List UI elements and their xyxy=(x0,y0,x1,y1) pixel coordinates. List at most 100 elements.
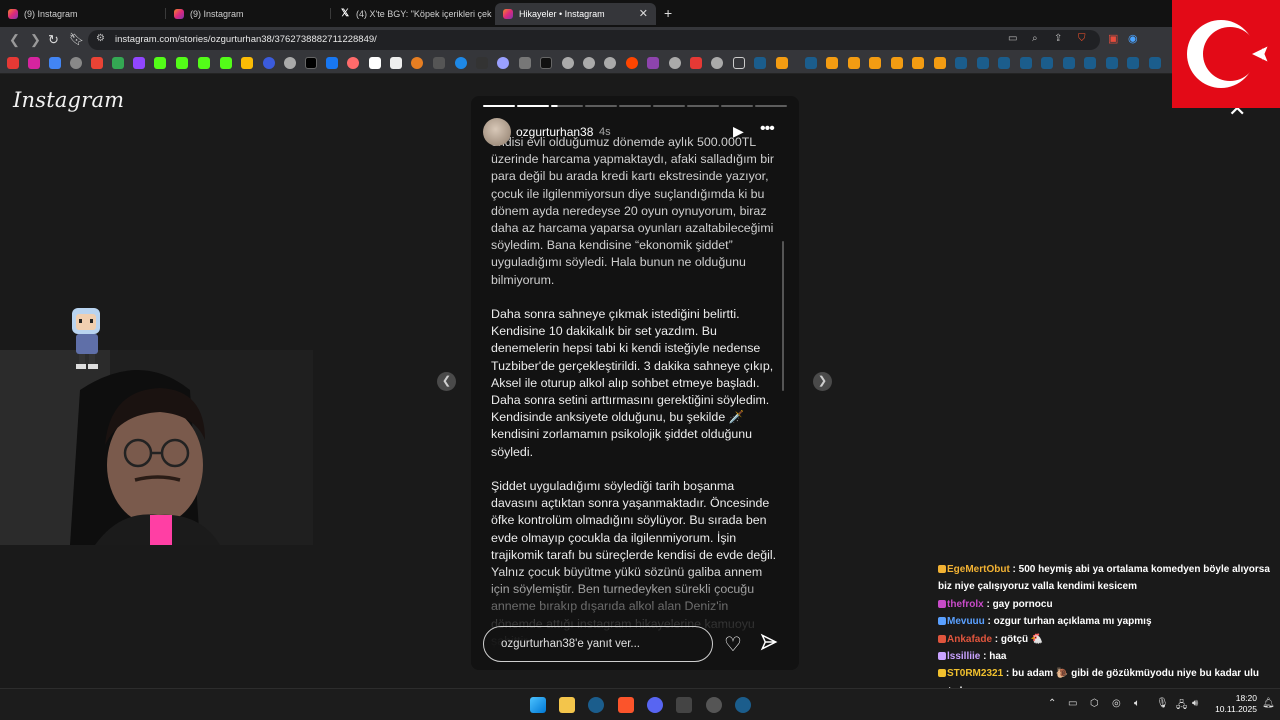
extension-icon[interactable]: ◉ xyxy=(1128,32,1138,45)
battery-icon[interactable]: ▭ xyxy=(1068,698,1077,709)
bookmark-icon[interactable] xyxy=(70,57,82,69)
zoom-icon[interactable]: ⌕ xyxy=(1032,33,1038,44)
cast-icon[interactable]: ▭ xyxy=(1008,33,1017,44)
site-settings-icon[interactable]: ⚙ xyxy=(96,33,105,44)
kick-bookmark-icon[interactable] xyxy=(198,57,210,69)
bookmark-icon[interactable] xyxy=(347,57,359,69)
steam-bookmark-icon[interactable] xyxy=(1063,57,1075,69)
previous-story-button[interactable]: ❮ xyxy=(437,372,456,391)
speaker-icon[interactable]: 🔈︎ xyxy=(1134,698,1140,709)
bookmark-icon[interactable] xyxy=(390,57,402,69)
file-explorer-icon[interactable] xyxy=(559,697,575,713)
steam-bookmark-icon[interactable] xyxy=(754,57,766,69)
bookmark-icon[interactable] xyxy=(369,57,381,69)
chat-username[interactable]: EgeMertObut xyxy=(947,564,1010,575)
bookmark-icon[interactable] xyxy=(711,57,723,69)
chat-username[interactable]: Mevuuu xyxy=(947,616,985,627)
steam-bookmark-icon[interactable] xyxy=(1084,57,1096,69)
system-clock[interactable]: 18:20 10.11.2025 xyxy=(1205,693,1257,715)
brave-shield-icon[interactable]: ⛉ xyxy=(1078,33,1086,44)
tab-x-post[interactable]: 𝕏 (4) X'te BGY: "Köpek içerikleri çeken xyxy=(332,3,492,25)
new-tab-button[interactable]: + xyxy=(664,5,672,21)
bookmark-icon[interactable] xyxy=(433,57,445,69)
steam-tray-icon[interactable]: ◎ xyxy=(1112,698,1121,709)
reply-input[interactable]: ozgurturhan38'e yanıt ver... xyxy=(483,626,713,662)
bookmark-icon[interactable] xyxy=(284,57,296,69)
address-bar[interactable]: ⚙ instagram.com/stories/ozgurturhan38/37… xyxy=(88,30,1100,50)
steam-icon[interactable] xyxy=(735,697,751,713)
x-bookmark-icon[interactable] xyxy=(305,57,317,69)
bookmark-icon[interactable] xyxy=(497,57,509,69)
app-icon[interactable] xyxy=(706,697,722,713)
story-username[interactable]: ozgurturhan38 xyxy=(516,125,593,139)
bookmark-icon[interactable] xyxy=(326,57,338,69)
drive-bookmark-icon[interactable] xyxy=(112,57,124,69)
chat-username[interactable]: ST0RM2321 xyxy=(947,668,1003,679)
gmail-bookmark-icon[interactable] xyxy=(91,57,103,69)
bookmark-icon[interactable] xyxy=(411,57,423,69)
app-icon[interactable] xyxy=(676,697,692,713)
bookmark-icon[interactable] xyxy=(49,57,61,69)
bookmark-icon[interactable] xyxy=(476,57,488,69)
microphone-icon[interactable]: 🎙︎ xyxy=(1156,698,1169,709)
kick-bookmark-icon[interactable] xyxy=(220,57,232,69)
bookmark-icon[interactable] xyxy=(934,57,946,69)
reddit-bookmark-icon[interactable] xyxy=(626,57,638,69)
send-icon[interactable] xyxy=(760,633,778,656)
steam-bookmark-icon[interactable] xyxy=(1020,57,1032,69)
chat-username[interactable]: thefrolx xyxy=(947,599,984,610)
steam-bookmark-icon[interactable] xyxy=(1149,57,1161,69)
tab-close-icon[interactable]: ✕ xyxy=(639,7,648,20)
chat-username[interactable]: lssilliie xyxy=(947,651,980,662)
brave-browser-icon[interactable] xyxy=(618,697,634,713)
next-story-button[interactable]: ❯ xyxy=(813,372,832,391)
play-icon[interactable]: ▶ xyxy=(733,123,744,140)
discord-icon[interactable] xyxy=(647,697,663,713)
bookmark-icon[interactable]: 🔖︎ xyxy=(69,32,84,46)
bookmark-icon[interactable] xyxy=(562,57,574,69)
volume-icon[interactable]: 🔊︎ xyxy=(1192,698,1198,709)
bookmark-icon[interactable] xyxy=(669,57,681,69)
instagram-bookmark-icon[interactable] xyxy=(28,57,40,69)
bookmark-icon[interactable] xyxy=(455,57,467,69)
extension-icon[interactable]: ▣ xyxy=(1108,32,1118,45)
bookmark-icon[interactable] xyxy=(891,57,903,69)
forward-arrow-icon[interactable]: ❯ xyxy=(30,32,41,48)
steam-bookmark-icon[interactable] xyxy=(998,57,1010,69)
bookmark-icon[interactable] xyxy=(690,57,702,69)
bookmark-icon[interactable] xyxy=(869,57,881,69)
network-icon[interactable]: 🖧︎ xyxy=(1176,698,1187,715)
bookmark-icon[interactable] xyxy=(848,57,860,69)
twitch-bookmark-icon[interactable] xyxy=(133,57,145,69)
bookmark-icon[interactable] xyxy=(912,57,924,69)
bookmark-icon[interactable] xyxy=(604,57,616,69)
tab-stories-active[interactable]: Hikayeler • Instagram ✕ xyxy=(495,3,656,25)
tray-app-icon[interactable]: ⬡ xyxy=(1090,698,1099,709)
folder-icon[interactable] xyxy=(733,57,745,69)
steam-bookmark-icon[interactable] xyxy=(805,57,817,69)
url-text[interactable]: instagram.com/stories/ozgurturhan38/3762… xyxy=(115,34,377,45)
kick-bookmark-icon[interactable] xyxy=(176,57,188,69)
bookmark-icon[interactable] xyxy=(263,57,275,69)
share-icon[interactable]: ⇪ xyxy=(1054,33,1062,44)
steam-bookmark-icon[interactable] xyxy=(955,57,967,69)
bookmark-icon[interactable] xyxy=(583,57,595,69)
more-options-icon[interactable]: ••• xyxy=(760,120,775,138)
youtube-bookmark-icon[interactable] xyxy=(7,57,19,69)
bookmark-icon[interactable] xyxy=(519,57,531,69)
steam-bookmark-icon[interactable] xyxy=(977,57,989,69)
bookmark-icon[interactable] xyxy=(776,57,788,69)
tab-instagram-2[interactable]: (9) Instagram xyxy=(166,3,330,25)
notification-icon[interactable]: 🔔︎ xyxy=(1262,698,1275,709)
bookmark-icon[interactable] xyxy=(540,57,552,69)
tray-overflow-icon[interactable]: ⌃ xyxy=(1048,698,1056,709)
chat-username[interactable]: Ankafade xyxy=(947,634,992,645)
heart-icon[interactable]: ♡ xyxy=(724,632,742,657)
start-menu-icon[interactable] xyxy=(530,697,546,713)
steam-bookmark-icon[interactable] xyxy=(1127,57,1139,69)
steam-icon[interactable] xyxy=(588,697,604,713)
text-scrollbar[interactable] xyxy=(782,241,784,391)
avatar[interactable] xyxy=(483,118,511,146)
kick-bookmark-icon[interactable] xyxy=(154,57,166,69)
steam-bookmark-icon[interactable] xyxy=(1041,57,1053,69)
